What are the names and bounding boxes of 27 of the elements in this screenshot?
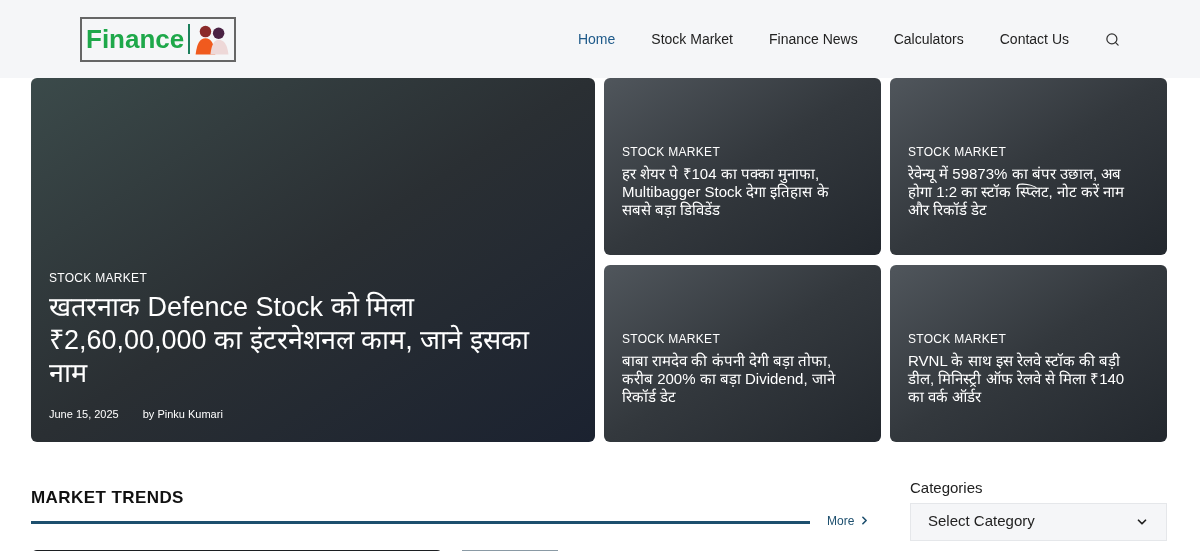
article-card[interactable]: STOCK MARKET रेवेन्यू में 59873% का बंपर उछाल, अब होगा 1:2 का स्टॉक स्प्लिट, नोट करें नाम और रिकॉर्ड डेट xyxy=(890,78,1167,255)
nav-link[interactable]: Contact Us xyxy=(999,28,1069,50)
nav-link[interactable]: Calculators xyxy=(893,28,964,50)
article-title[interactable]: हर शेयर पे ₹104 का पक्का मुनाफा, Multibagger Stock देगा इतिहास के सबसे बड़ा डिविडेंड xyxy=(622,165,858,219)
category-label[interactable]: STOCK MARKET xyxy=(622,143,863,161)
article-title[interactable]: RVNL के साथ इस रेलवे स्टॉक की बड़ी डील, मिनिस्ट्री ऑफ रेलवे से मिला ₹140 का वर्क ऑर्डर xyxy=(908,352,1144,406)
category-label[interactable]: STOCK MARKET xyxy=(622,330,863,348)
article-title[interactable]: रेवेन्यू में 59873% का बंपर उछाल, अब होगा 1:2 का स्टॉक स्प्लिट, नोट करें नाम और रिकॉर्ड डेट xyxy=(908,165,1144,219)
category-label[interactable]: STOCK MARKET xyxy=(49,268,577,287)
article-card[interactable]: STOCK MARKET हर शेयर पे ₹104 का पक्का मुनाफा, Multibagger Stock देगा इतिहास के सबसे बड़ा डिविडेंड xyxy=(604,78,881,255)
article-author[interactable]: by Pinku Kumari xyxy=(142,405,223,422)
sidebar-heading: Categories xyxy=(910,478,984,498)
article-title[interactable]: बाबा रामदेव की कंपनी देगी बड़ा तोफा, करीब 200% का बड़ा Dividend, जाने रिकॉर्ड डेट xyxy=(622,352,858,406)
article-date: June 15, 2025 xyxy=(49,406,119,422)
category-select[interactable]: Select Category xyxy=(910,502,1167,541)
search-icon[interactable] xyxy=(1105,31,1120,47)
category-label[interactable]: STOCK MARKET xyxy=(908,330,1149,348)
featured-article-card[interactable]: STOCK MARKET खतरनाक Defence Stock को मिला ₹2,60,00,000 का इंटरनेशनल काम, जाने इसका नाम June 15, 2025 by Pinku Kumari xyxy=(31,78,595,442)
more-link[interactable]: More xyxy=(827,511,872,530)
section-title: MARKET TRENDS xyxy=(31,487,185,509)
article-card[interactable]: STOCK MARKET बाबा रामदेव की कंपनी देगी बड़ा तोफा, करीब 200% का बड़ा Dividend, जाने रिकॉर्ड डेट xyxy=(604,265,881,442)
article-title[interactable]: खतरनाक Defence Stock को मिला ₹2,60,00,000 का इंटरनेशनल काम, जाने इसका नाम xyxy=(49,290,559,390)
nav-link[interactable]: Finance News xyxy=(769,28,858,50)
article-card[interactable]: STOCK MARKET RVNL के साथ इस रेलवे स्टॉक की बड़ी डील, मिनिस्ट्री ऑफ रेलवे से मिला ₹140 का वर्क ऑर्डर xyxy=(890,265,1167,442)
nav-link[interactable]: Stock Market xyxy=(651,28,733,50)
category-label[interactable]: STOCK MARKET xyxy=(908,143,1149,161)
nav-link[interactable]: Home xyxy=(577,28,616,50)
